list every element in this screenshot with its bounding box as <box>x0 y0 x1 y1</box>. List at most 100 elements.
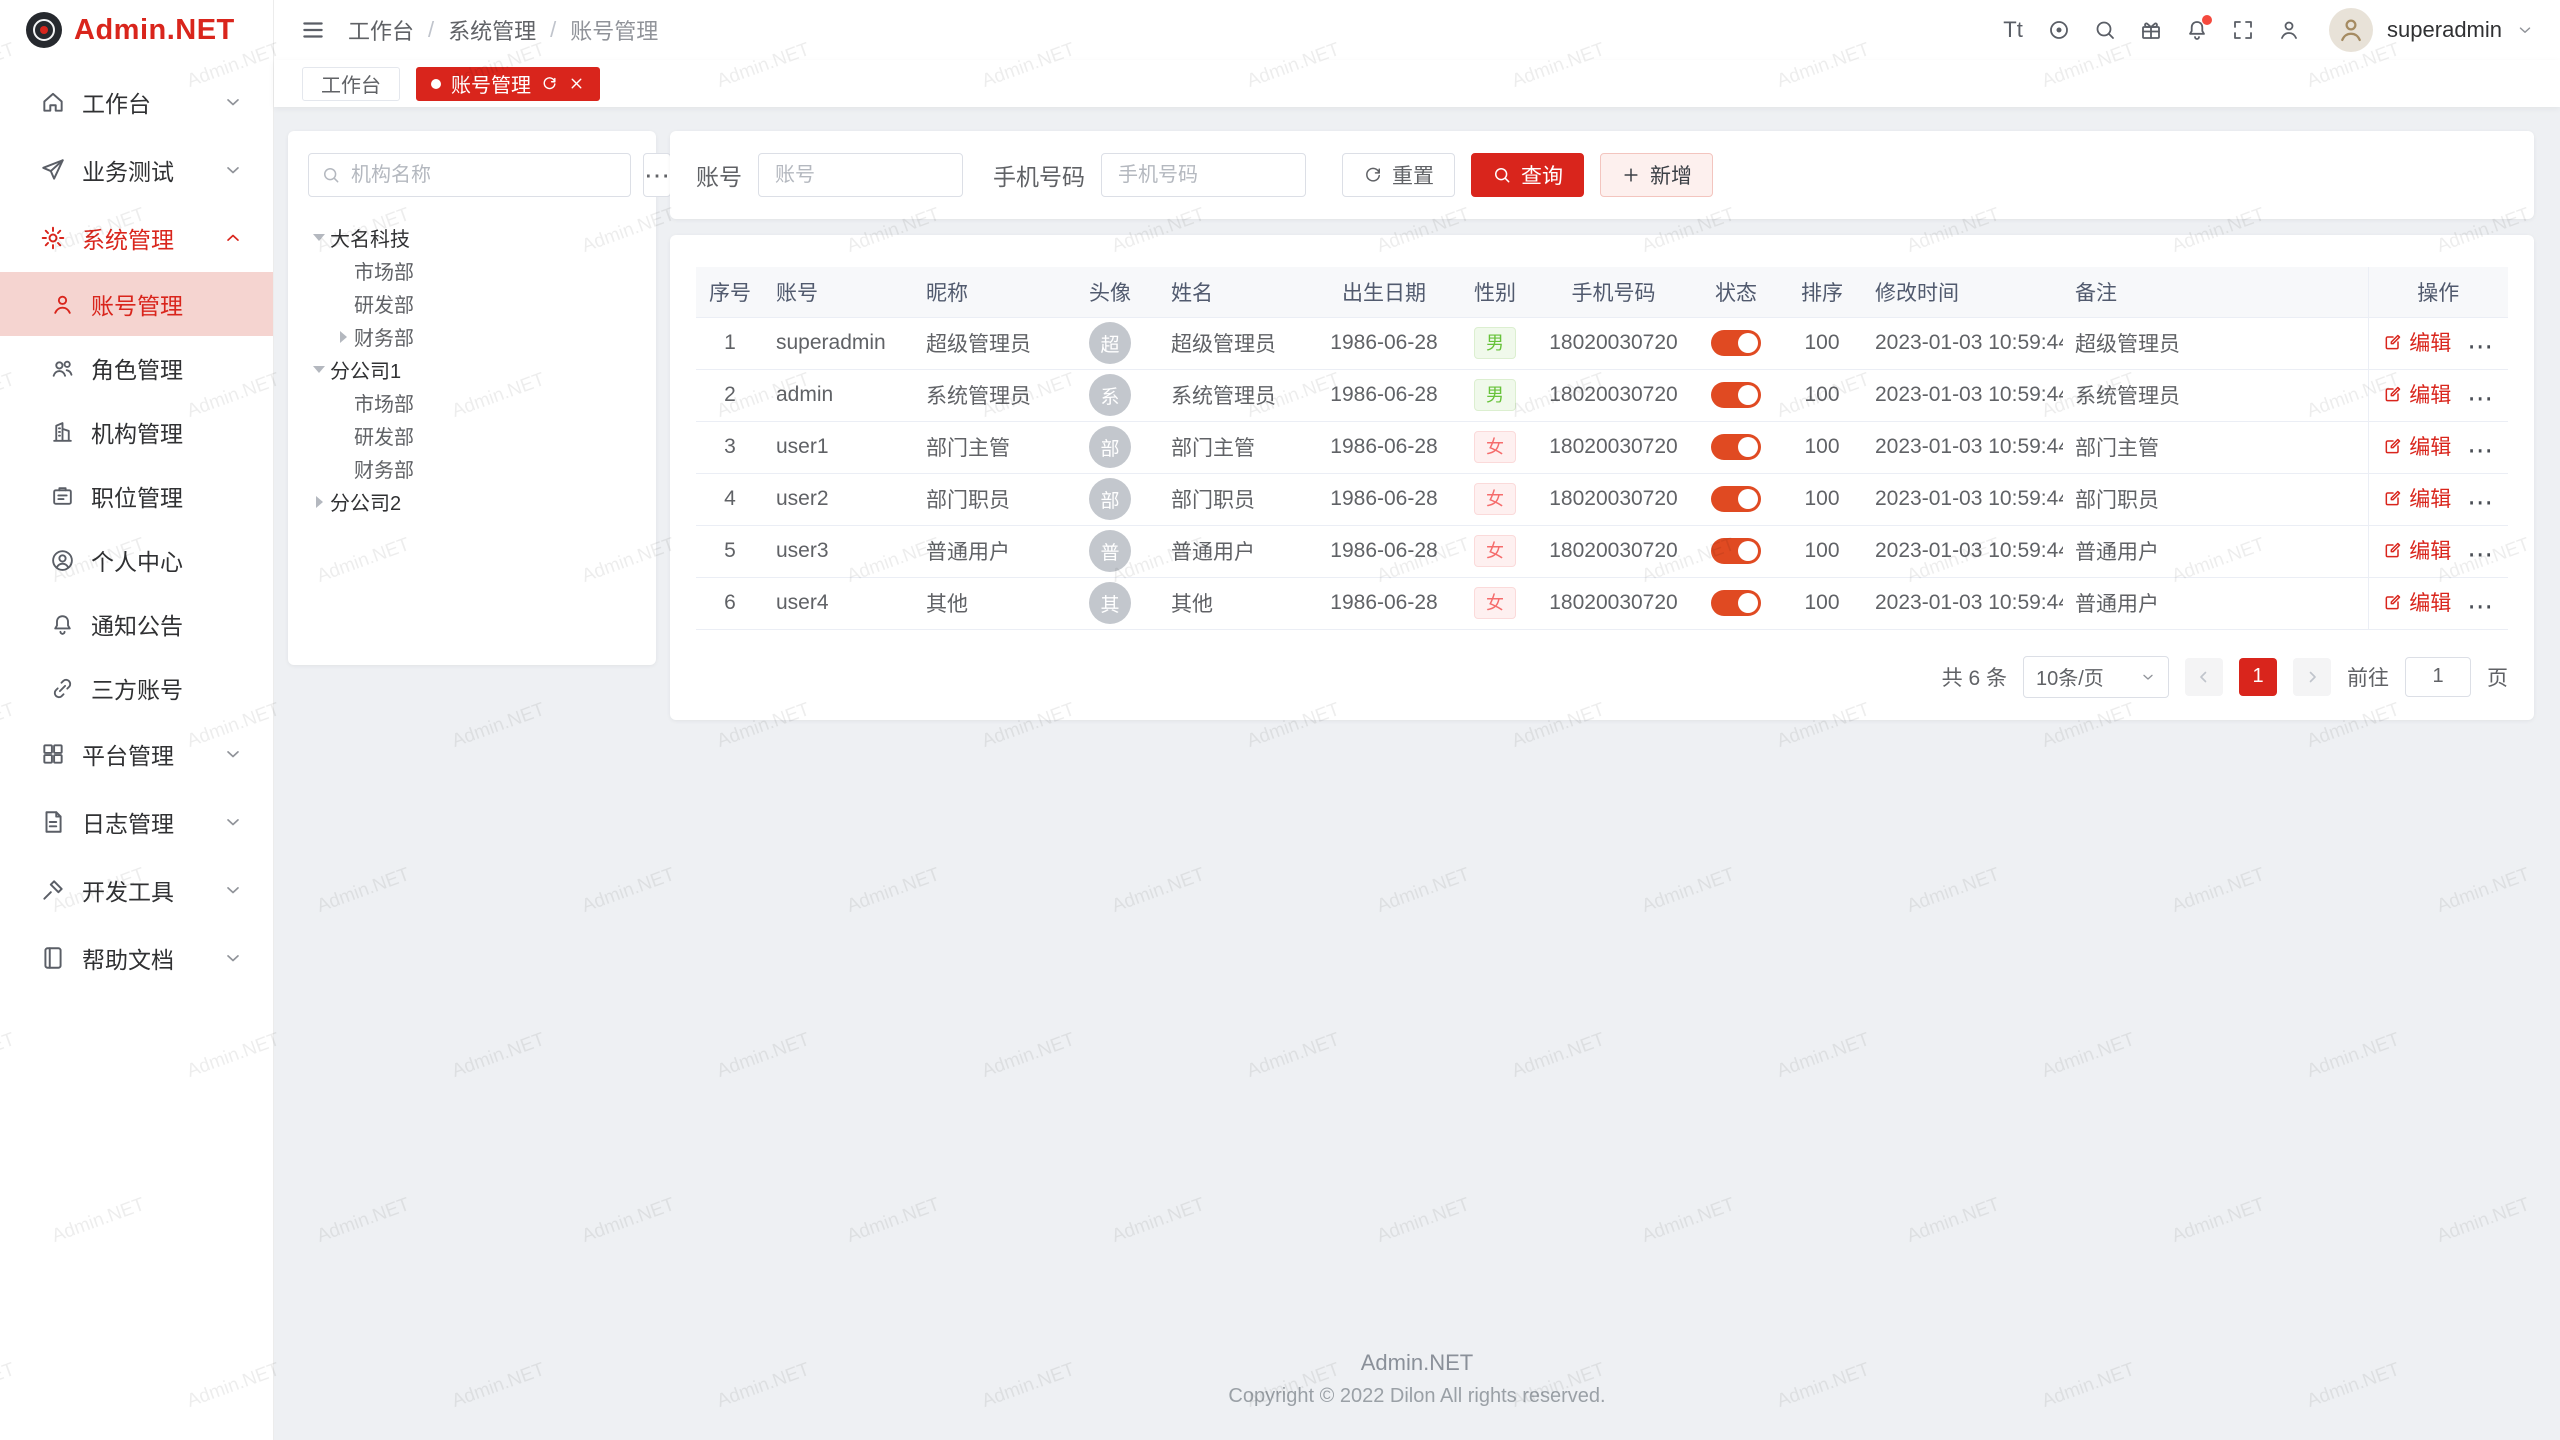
caret-right-icon[interactable] <box>332 320 354 353</box>
sidebar-item-role-mgmt[interactable]: 角色管理 <box>0 336 273 400</box>
sidebar-item-help[interactable]: 帮助文档 <box>0 924 273 992</box>
status-toggle[interactable] <box>1711 382 1761 408</box>
sidebar-item-system[interactable]: 系统管理 <box>0 204 273 272</box>
add-button-label: 新增 <box>1650 160 1692 190</box>
sidebar-item-devtools[interactable]: 开发工具 <box>0 856 273 924</box>
search-icon[interactable] <box>2089 14 2121 46</box>
status-toggle[interactable] <box>1711 590 1761 616</box>
avatar: 系 <box>1089 374 1131 416</box>
sidebar-item-personal-center[interactable]: 个人中心 <box>0 528 273 592</box>
next-page-button[interactable] <box>2293 658 2331 696</box>
cell-nickname: 其他 <box>914 577 1061 629</box>
edit-button[interactable]: 编辑 <box>2383 535 2451 565</box>
cell-nickname: 系统管理员 <box>914 369 1061 421</box>
edit-button[interactable]: 编辑 <box>2383 587 2451 617</box>
tree-node[interactable]: 市场部 <box>308 386 636 419</box>
caret-right-icon[interactable] <box>308 485 330 518</box>
tabbar: 工作台 账号管理 <box>274 60 2560 107</box>
tree-node[interactable]: 大名科技 <box>308 221 636 254</box>
more-actions-icon[interactable] <box>2467 385 2493 411</box>
cell-avatar: 普 <box>1061 525 1159 577</box>
status-toggle[interactable] <box>1711 538 1761 564</box>
chevron-down-icon <box>223 92 243 112</box>
goto-label: 前往 <box>2347 662 2389 692</box>
status-toggle[interactable] <box>1711 486 1761 512</box>
sidebar-item-log[interactable]: 日志管理 <box>0 788 273 856</box>
target-icon[interactable] <box>2043 14 2075 46</box>
page-number-current[interactable]: 1 <box>2239 658 2277 696</box>
more-actions-icon[interactable] <box>2467 333 2493 359</box>
more-actions-icon[interactable] <box>2467 437 2493 463</box>
edit-button[interactable]: 编辑 <box>2383 327 2451 357</box>
edit-button[interactable]: 编辑 <box>2383 483 2451 513</box>
bell-icon[interactable] <box>2181 14 2213 46</box>
menu-toggle-icon[interactable] <box>300 17 326 43</box>
column-header: 序号 <box>696 267 764 317</box>
font-size-icon[interactable] <box>1997 14 2029 46</box>
gear-icon <box>40 225 66 251</box>
logo[interactable]: Admin.NET <box>0 0 273 60</box>
tab-account-mgmt[interactable]: 账号管理 <box>416 67 600 101</box>
caret-placeholder <box>332 419 354 452</box>
tree-node[interactable]: 研发部 <box>308 419 636 452</box>
goto-page-input[interactable] <box>2405 657 2471 697</box>
sidebar-item-platform[interactable]: 平台管理 <box>0 720 273 788</box>
sidebar-item-account-mgmt[interactable]: 账号管理 <box>0 272 273 336</box>
username[interactable]: superadmin <box>2387 17 2502 43</box>
caret-down-icon[interactable] <box>308 353 330 386</box>
more-actions-icon[interactable] <box>2467 489 2493 515</box>
tree-node[interactable]: 分公司2 <box>308 485 636 518</box>
filter-bar: 账号 手机号码 重置 查询 新增 <box>670 131 2534 219</box>
refresh-icon[interactable] <box>541 75 558 92</box>
breadcrumb-item[interactable]: 工作台 <box>348 14 414 46</box>
add-button[interactable]: 新增 <box>1600 153 1713 197</box>
cell-phone: 18020030720 <box>1536 421 1691 473</box>
edit-button[interactable]: 编辑 <box>2383 431 2451 461</box>
sidebar-item-position-mgmt[interactable]: 职位管理 <box>0 464 273 528</box>
close-icon[interactable] <box>568 75 585 92</box>
tab-workbench[interactable]: 工作台 <box>302 67 400 101</box>
sidebar-item-org-mgmt[interactable]: 机构管理 <box>0 400 273 464</box>
breadcrumb-item[interactable]: 系统管理 <box>448 14 536 46</box>
tree-node[interactable]: 分公司1 <box>308 353 636 386</box>
tree-node[interactable]: 研发部 <box>308 287 636 320</box>
grid-icon <box>40 741 66 767</box>
person-icon[interactable] <box>2273 14 2305 46</box>
account-input[interactable] <box>758 153 963 197</box>
query-button[interactable]: 查询 <box>1471 153 1584 197</box>
prev-page-button[interactable] <box>2185 658 2223 696</box>
fullscreen-icon[interactable] <box>2227 14 2259 46</box>
tree-node[interactable]: 财务部 <box>308 452 636 485</box>
cell-no: 3 <box>696 421 764 473</box>
edit-icon <box>2383 436 2403 456</box>
table-header-row: 序号 账号 昵称 头像 姓名 出生日期 性别 手机号码 状态 排序 修改时间 <box>696 267 2508 317</box>
cell-remark: 部门主管 <box>2063 421 2368 473</box>
phone-input[interactable] <box>1101 153 1306 197</box>
building-icon <box>50 420 75 445</box>
sidebar-item-notice[interactable]: 通知公告 <box>0 592 273 656</box>
more-button[interactable] <box>643 153 671 197</box>
page-size-select[interactable]: 10条/页 <box>2023 656 2169 698</box>
sidebar-item-workbench[interactable]: 工作台 <box>0 68 273 136</box>
reset-button[interactable]: 重置 <box>1342 153 1455 197</box>
edit-label: 编辑 <box>2409 379 2451 409</box>
more-actions-icon[interactable] <box>2467 541 2493 567</box>
sidebar-item-third-account[interactable]: 三方账号 <box>0 656 273 720</box>
org-search-input[interactable] <box>349 163 618 188</box>
caret-down-icon[interactable] <box>308 221 330 254</box>
edit-button[interactable]: 编辑 <box>2383 379 2451 409</box>
chevron-down-icon[interactable] <box>2516 21 2534 39</box>
home-icon <box>40 89 66 115</box>
tree-node[interactable]: 财务部 <box>308 320 636 353</box>
status-toggle[interactable] <box>1711 330 1761 356</box>
status-toggle[interactable] <box>1711 434 1761 460</box>
cell-avatar: 系 <box>1061 369 1159 421</box>
cell-status <box>1691 317 1781 369</box>
more-actions-icon[interactable] <box>2467 593 2493 619</box>
sidebar-item-label: 角色管理 <box>91 351 183 385</box>
cell-account: user1 <box>764 421 914 473</box>
tree-node[interactable]: 市场部 <box>308 254 636 287</box>
sidebar-item-business-test[interactable]: 业务测试 <box>0 136 273 204</box>
avatar[interactable] <box>2329 8 2373 52</box>
gift-icon[interactable] <box>2135 14 2167 46</box>
